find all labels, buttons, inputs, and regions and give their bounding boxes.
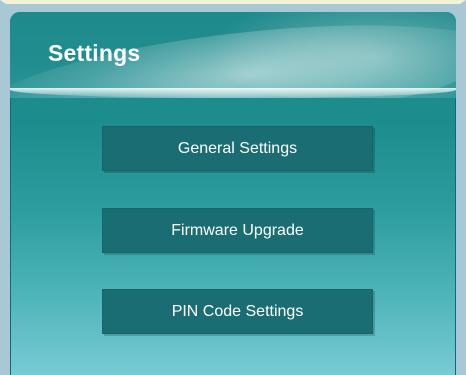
general-settings-button[interactable]: General Settings — [102, 126, 373, 171]
header-bar: Settings — [10, 12, 456, 98]
page-title: Settings — [48, 40, 141, 66]
firmware-upgrade-button[interactable]: Firmware Upgrade — [102, 208, 373, 253]
settings-panel: Settings General Settings Firmware Upgra… — [10, 12, 456, 375]
pin-code-settings-button[interactable]: PIN Code Settings — [102, 289, 373, 334]
